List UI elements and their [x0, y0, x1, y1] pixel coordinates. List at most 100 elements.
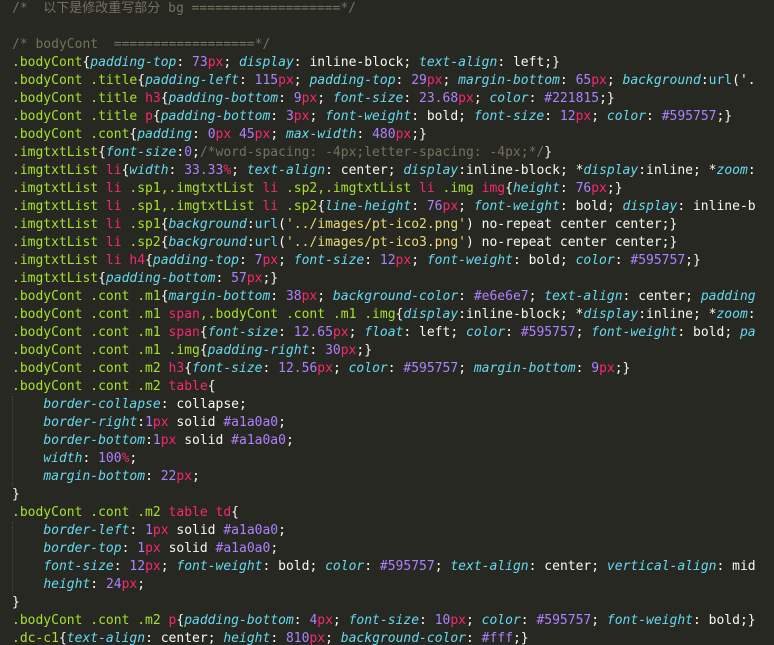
code-token-punct — [231, 127, 239, 142]
code-token-punct — [12, 433, 43, 448]
code-token-punct: : — [403, 91, 420, 106]
code-line[interactable]: margin-bottom: 22px; — [12, 468, 756, 486]
code-line[interactable]: .bodyCont .cont .m2 h3{font-size: 12.56p… — [12, 360, 756, 378]
code-token-punct: ; — [278, 415, 286, 430]
code-token-num: 33.33 — [184, 163, 224, 178]
code-token-num: 73 — [192, 55, 208, 70]
code-token-punct — [12, 559, 43, 574]
code-token-punct: : — [520, 613, 537, 628]
code-token-tag: p — [145, 109, 153, 124]
code-token-prop: margin-bottom — [473, 361, 576, 376]
code-token-punct: ; — [223, 55, 239, 70]
code-line[interactable]: .bodyCont .title{padding-left: 115px; pa… — [12, 72, 756, 90]
code-token-punct: } — [12, 487, 20, 502]
code-line[interactable]: border-collapse: collapse; — [12, 396, 756, 414]
code-token-val: inline-block — [466, 163, 560, 178]
code-token-prop: vertical-align — [606, 559, 717, 574]
code-line[interactable]: .bodyCont .cont .m2 p{padding-bottom: 4p… — [12, 612, 756, 630]
code-line[interactable]: .bodyCont .cont{padding: 0px 45px; max-w… — [12, 126, 756, 144]
code-token-tag: li — [105, 163, 122, 178]
code-line[interactable]: border-left: 1px solid #a1a0a0; — [12, 522, 756, 540]
code-token-punct: ; — [270, 127, 286, 142]
code-line[interactable]: border-top: 1px solid #a1a0a0; — [12, 540, 756, 558]
code-line[interactable]: .bodyCont .cont .m1{margin-bottom: 38px;… — [12, 288, 756, 306]
code-token-tag: h3 — [145, 91, 161, 106]
code-token-prop: width — [129, 163, 169, 178]
code-token-fn: url — [254, 235, 279, 250]
code-token-num: 22 — [160, 469, 177, 484]
code-token-punct: ; — [129, 451, 138, 466]
code-line[interactable]: border-bottom:1px solid #a1a0a0; — [12, 432, 756, 450]
code-token-tag: li — [105, 181, 122, 196]
code-token-punct — [12, 523, 43, 538]
code-line[interactable]: .bodyCont .cont .m2 table{ — [12, 378, 756, 396]
code-token-num: #595757 — [661, 109, 717, 124]
code-token-prop: background — [622, 73, 701, 88]
code-token-comment: /*word-spacing: -4px;letter-spacing: -4p… — [199, 145, 545, 160]
code-token-tag: li — [105, 199, 122, 214]
code-line[interactable]: width: 100%; — [12, 450, 756, 468]
code-token-val: bold — [693, 325, 725, 340]
code-line[interactable]: .bodyCont .title p{padding-bottom: 3px; … — [12, 108, 756, 126]
code-token-punct: : — [575, 361, 592, 376]
code-line[interactable]: } — [12, 486, 756, 504]
code-token-prop: font-weight — [426, 253, 513, 268]
code-token-val: bold — [575, 199, 607, 214]
code-token-selector: .sp1,.imgtxtList — [121, 199, 263, 214]
code-token-punct: : — [145, 433, 153, 448]
code-token-prop: width — [43, 451, 83, 466]
code-line[interactable]: .bodyCont .cont .m1 .img{padding-right: … — [12, 342, 756, 360]
code-line[interactable]: border-right:1px solid #a1a0a0; — [12, 414, 756, 432]
code-token-punct: ;} — [661, 217, 678, 232]
code-line[interactable]: .imgtxtList li{width: 33.33%; text-align… — [12, 162, 756, 180]
code-editor[interactable]: /* 以下是修改重写部分 bg ===================*/ /* … — [0, 0, 774, 645]
code-line[interactable]: .imgtxtList li .sp1,.imgtxtList li .sp2{… — [12, 198, 756, 216]
code-token-prop: color — [606, 109, 647, 124]
code-line[interactable]: height: 24px; — [12, 576, 756, 594]
code-token-prop: font-weight — [591, 325, 678, 340]
code-line[interactable] — [12, 18, 756, 36]
code-line[interactable]: .bodyCont .cont .m2 table td{ — [12, 504, 756, 522]
code-line[interactable]: } — [12, 594, 756, 612]
code-token-punct: : — [262, 361, 279, 376]
code-line[interactable]: .bodyCont{padding-top: 73px; display: in… — [12, 54, 756, 72]
code-token-prop: color — [575, 253, 615, 268]
code-token-prop: font-weight — [325, 109, 412, 124]
code-token-punct: : — [403, 325, 420, 340]
code-token-prop: padding-top — [90, 55, 177, 70]
code-token-punct: ; — [192, 145, 200, 160]
code-line[interactable]: .bodyCont .cont .m1 span{font-size: 12.6… — [12, 324, 756, 342]
code-line[interactable]: /* bodyCont ==================*/ — [12, 36, 756, 54]
code-line[interactable]: /* 以下是修改重写部分 bg ===================*/ — [12, 0, 756, 18]
code-line[interactable]: font-size: 12px; font-weight: bold; colo… — [12, 558, 755, 576]
code-token-fn: url — [254, 217, 279, 232]
code-line[interactable]: .imgtxtList li h4{padding-top: 7px; font… — [12, 252, 756, 270]
code-token-punct: ; — [348, 325, 365, 340]
code-token-prop: border-right — [43, 415, 138, 430]
code-line[interactable]: .imgtxtList li .sp1,.imgtxtList li .sp2,… — [12, 180, 756, 198]
code-line[interactable]: .imgtxtList{font-size:0;/*word-spacing: … — [12, 144, 756, 162]
code-line[interactable]: .imgtxtList li .sp1{background:url('../i… — [12, 216, 756, 234]
code-token-punct: : — [192, 127, 208, 142]
code-line[interactable]: .imgtxtList li .sp2{background:url('../i… — [12, 234, 756, 252]
code-token-num: 3 — [285, 109, 294, 124]
code-token-punct: ; — [332, 613, 349, 628]
code-token-punct: : — [693, 613, 709, 628]
code-token-selector: .bodyCont .title — [12, 109, 146, 124]
code-token-prop: border-collapse — [43, 397, 161, 412]
code-line[interactable]: .imgtxtList{padding-bottom: 57px;} — [12, 270, 756, 288]
code-token-prop: display — [622, 199, 678, 214]
code-line[interactable]: .dc-c1{text-align: center; height: 810px… — [12, 630, 756, 645]
code-token-punct: : — [638, 307, 647, 322]
code-token-punct: : — [90, 577, 106, 592]
code-token-selector: .bodyCont .cont .m2 — [12, 505, 169, 520]
code-line[interactable]: .bodyCont .cont .m1 span,.bodyCont .cont… — [12, 306, 756, 324]
code-token-val: solid — [176, 523, 216, 538]
code-line[interactable]: .bodyCont .title h3{padding-bottom: 9px;… — [12, 90, 756, 108]
code-token-unit: px — [450, 613, 466, 628]
code-token-unit: px — [160, 433, 177, 448]
code-token-punct: ; — [591, 109, 607, 124]
code-token-num: 76 — [426, 199, 443, 214]
code-token-num: 30 — [325, 343, 341, 358]
code-token-num: 1 — [137, 541, 146, 556]
